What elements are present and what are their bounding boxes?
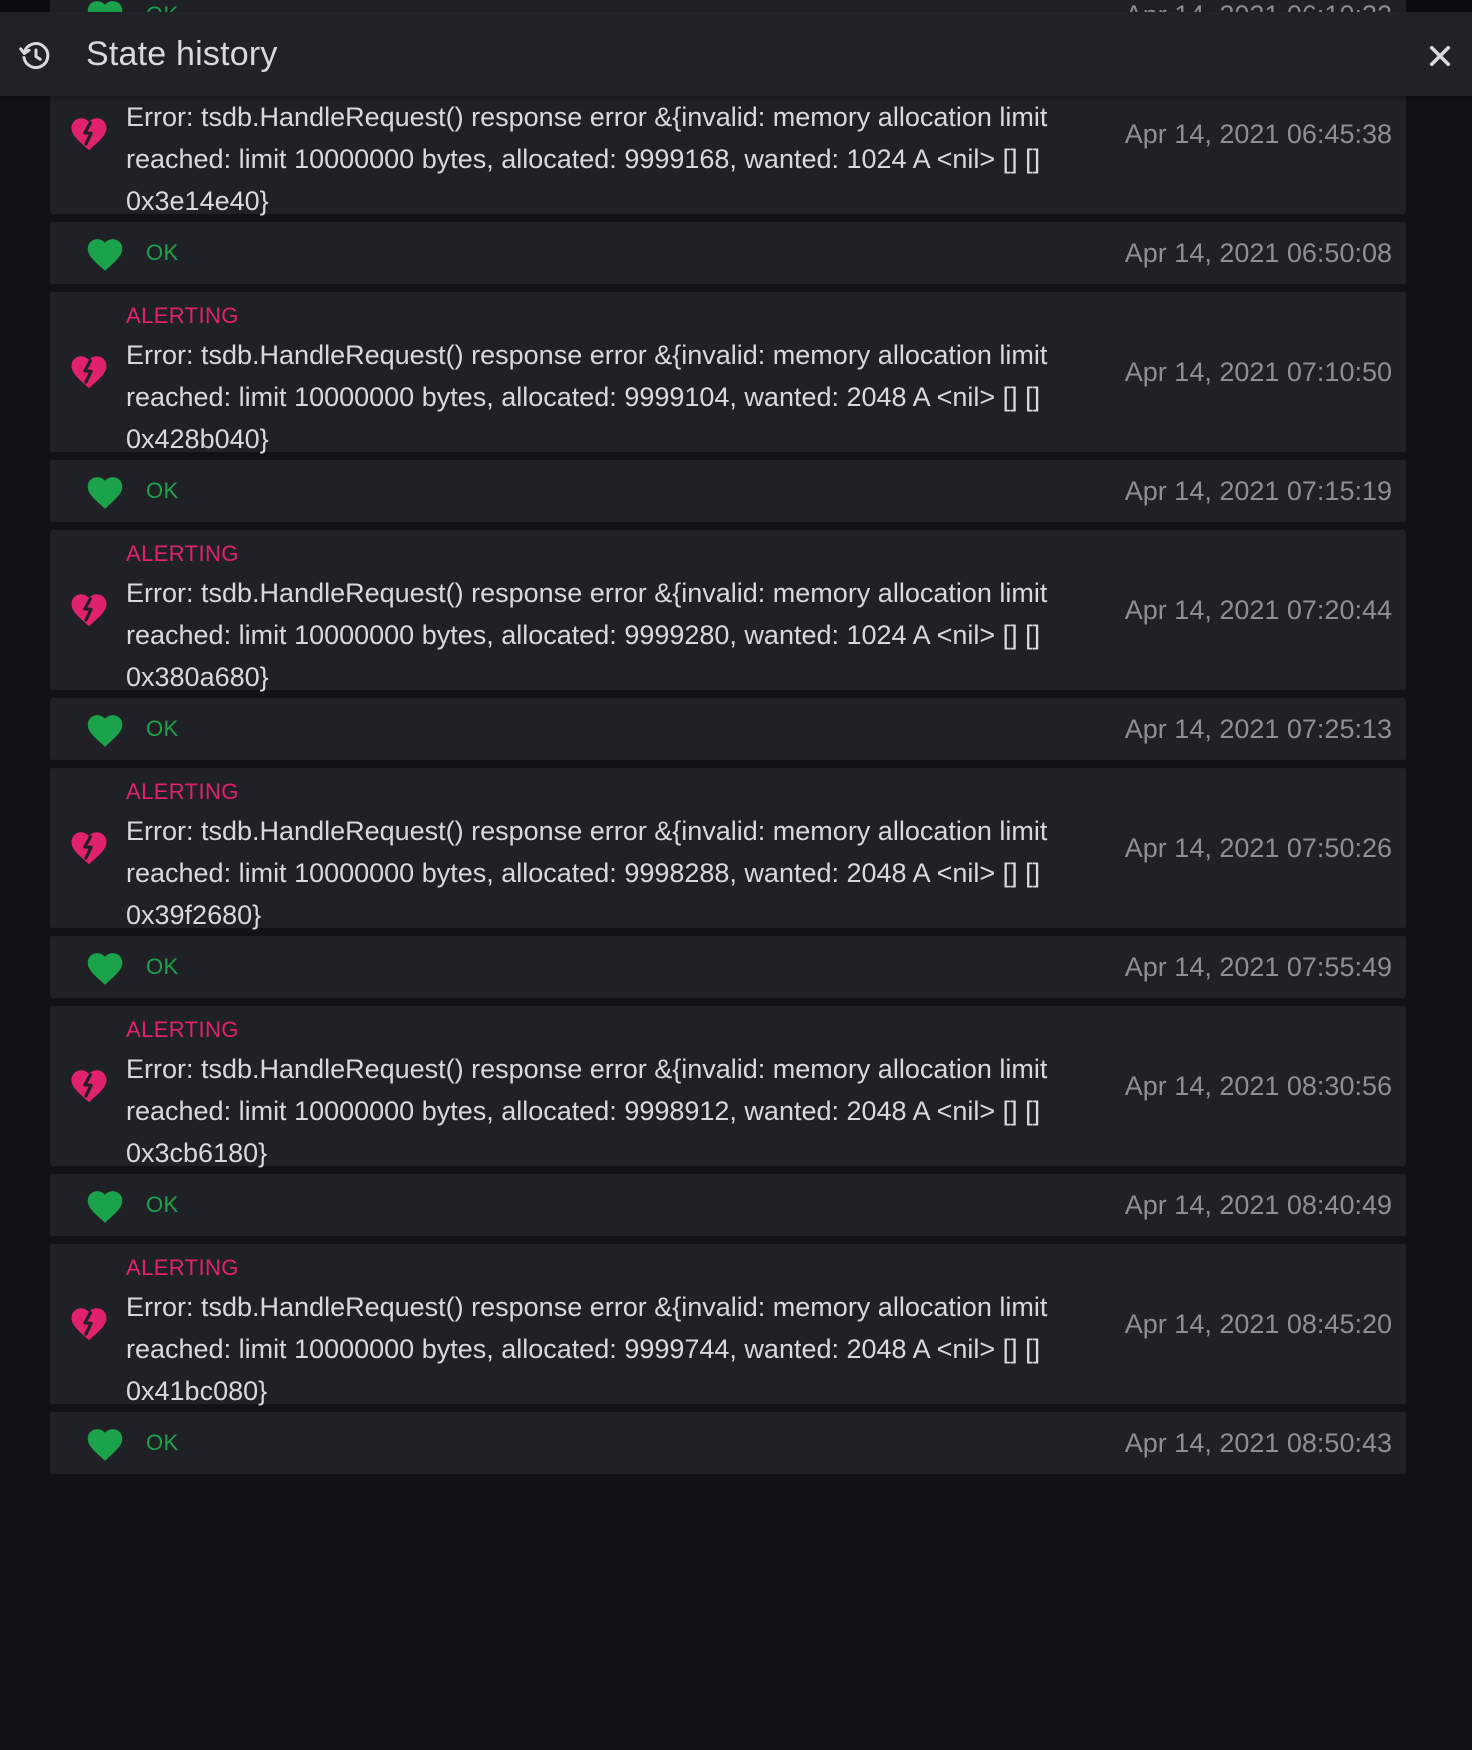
heart-break-icon xyxy=(68,1065,110,1107)
entry-timestamp: Apr 14, 2021 07:55:49 xyxy=(1124,952,1392,982)
state-label: OK xyxy=(146,716,179,741)
history-entry-alerting: ALERTING Error: tsdb.HandleRequest() resp… xyxy=(50,1006,1406,1168)
heart-break-icon xyxy=(68,113,110,155)
state-label: ALERTING xyxy=(126,1255,239,1280)
history-entry-ok: OK Apr 14, 2021 07:25:13 xyxy=(50,698,1406,760)
alert-error-message: Error: tsdb.HandleRequest() response err… xyxy=(126,816,1048,930)
history-entry-ok: OK Apr 14, 2021 07:15:19 xyxy=(50,460,1406,522)
close-icon xyxy=(1429,45,1451,67)
entry-timestamp: Apr 14, 2021 06:50:08 xyxy=(1124,238,1392,268)
history-entry-alerting: ALERTING Error: tsdb.HandleRequest() resp… xyxy=(50,1244,1406,1406)
heart-icon xyxy=(84,1186,126,1224)
entry-timestamp: Apr 14, 2021 07:10:50 xyxy=(1124,357,1392,387)
history-entry-alerting: ALERTING Error: tsdb.HandleRequest() resp… xyxy=(50,530,1406,692)
history-icon xyxy=(18,38,54,74)
state-label: OK xyxy=(146,954,179,979)
state-label: OK xyxy=(146,478,179,503)
alert-error-message: Error: tsdb.HandleRequest() response err… xyxy=(126,1292,1048,1406)
state-label: OK xyxy=(146,1192,179,1217)
entry-timestamp: Apr 14, 2021 06:45:38 xyxy=(1124,119,1392,149)
history-entry-alerting: ALERTING Error: tsdb.HandleRequest() resp… xyxy=(50,292,1406,454)
alert-error-message: Error: tsdb.HandleRequest() response err… xyxy=(126,578,1048,692)
heart-break-icon xyxy=(68,589,110,631)
entry-timestamp: Apr 14, 2021 08:40:49 xyxy=(1124,1190,1392,1220)
alert-error-message: Error: tsdb.HandleRequest() response err… xyxy=(126,340,1048,454)
history-entry-alerting: ALERTING Error: tsdb.HandleRequest() resp… xyxy=(50,768,1406,930)
drawer-title: State history xyxy=(86,35,278,73)
heart-icon xyxy=(84,948,126,986)
state-label: OK xyxy=(146,1430,179,1455)
state-label: ALERTING xyxy=(126,1017,239,1042)
state-label: ALERTING xyxy=(126,303,239,328)
entry-timestamp: Apr 14, 2021 07:25:13 xyxy=(1124,714,1392,744)
history-entry-ok: OK Apr 14, 2021 08:40:49 xyxy=(50,1174,1406,1236)
heart-icon xyxy=(84,710,126,748)
alert-error-message: Error: tsdb.HandleRequest() response err… xyxy=(126,1054,1048,1168)
state-label: OK xyxy=(146,240,179,265)
state-history-drawer: OKApr 14, 2021 06:10:32ALERTINGError: ts… xyxy=(0,0,1472,1750)
state-history-list[interactable]: OKApr 14, 2021 06:10:32ALERTINGError: ts… xyxy=(50,0,1406,1750)
entry-timestamp: Apr 14, 2021 07:15:19 xyxy=(1124,476,1392,506)
state-label: ALERTING xyxy=(126,779,239,804)
close-button[interactable] xyxy=(1422,38,1458,74)
heart-icon xyxy=(84,234,126,272)
heart-break-icon xyxy=(68,351,110,393)
entry-timestamp: Apr 14, 2021 07:50:26 xyxy=(1124,833,1392,863)
alert-error-message: Error: tsdb.HandleRequest() response err… xyxy=(126,102,1048,216)
history-entry-ok: OK Apr 14, 2021 07:55:49 xyxy=(50,936,1406,998)
entry-timestamp: Apr 14, 2021 08:45:20 xyxy=(1124,1309,1392,1339)
heart-icon xyxy=(84,1424,126,1462)
heart-icon xyxy=(84,472,126,510)
history-entry-ok: OK Apr 14, 2021 06:50:08 xyxy=(50,222,1406,284)
entry-timestamp: Apr 14, 2021 08:30:56 xyxy=(1124,1071,1392,1101)
heart-break-icon xyxy=(68,1303,110,1345)
drawer-header: State history xyxy=(0,12,1472,96)
history-entry-ok: OK Apr 14, 2021 08:50:43 xyxy=(50,1412,1406,1474)
entry-timestamp: Apr 14, 2021 08:50:43 xyxy=(1124,1428,1392,1458)
entry-timestamp: Apr 14, 2021 07:20:44 xyxy=(1124,595,1392,625)
state-label: ALERTING xyxy=(126,541,239,566)
heart-break-icon xyxy=(68,827,110,869)
